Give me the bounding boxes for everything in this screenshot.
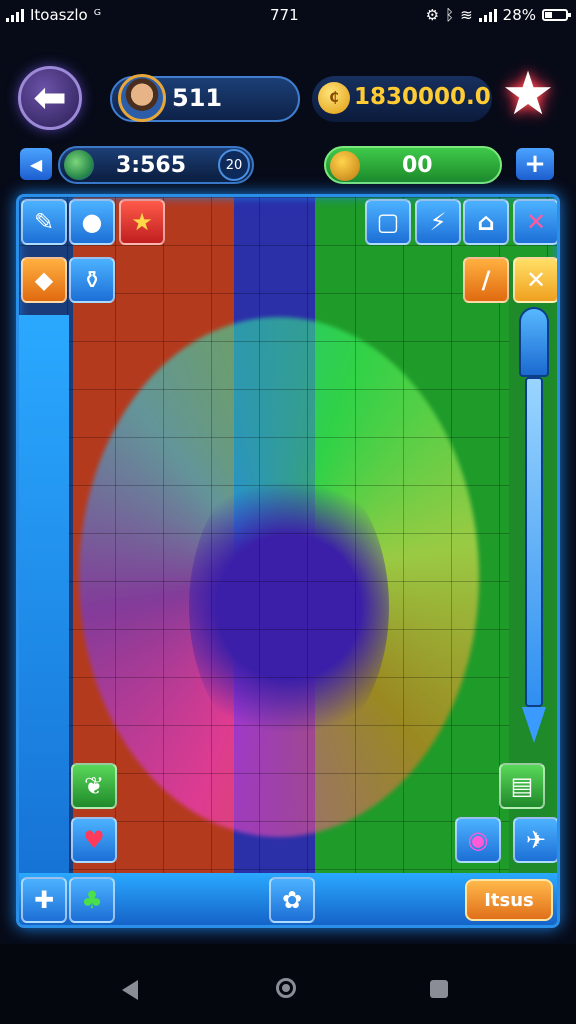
navigation-bar — [0, 944, 576, 1024]
rocket-icon[interactable]: ✈ — [513, 817, 557, 863]
nav-back-icon[interactable] — [122, 980, 138, 1000]
heart-icon[interactable]: ♥ — [71, 817, 117, 863]
cell-signal-icon — [478, 8, 497, 22]
frog-icon[interactable]: ♣ — [69, 877, 115, 923]
nav-home-icon[interactable] — [276, 978, 296, 998]
notification-icon: ᴳ — [93, 6, 102, 24]
settings-icon: ⚙ — [425, 6, 440, 24]
coin-panel[interactable]: ₵ 1830000.0 — [312, 76, 492, 122]
status-bar: Itoaszlo ᴳ 771 ⚙ ᛒ ≋ 28% — [0, 0, 576, 30]
leaf-icon[interactable]: ❦ — [71, 763, 117, 809]
wifi-icon: ≋ — [460, 6, 473, 24]
slider-tip — [522, 707, 546, 743]
progress-slider[interactable] — [519, 307, 549, 747]
square-icon[interactable]: ▢ — [365, 199, 411, 245]
left-rail — [19, 315, 69, 875]
gem-icon[interactable]: ◉ — [455, 817, 501, 863]
slider-handle[interactable] — [519, 307, 549, 377]
tasks-button[interactable]: Itsus — [465, 879, 553, 921]
puzzle-grid[interactable] — [19, 197, 557, 925]
brush-icon[interactable]: ✎ — [21, 199, 67, 245]
score-value: 00 — [402, 153, 433, 178]
battery-icon — [542, 9, 571, 21]
battery-percent: 28% — [502, 6, 536, 24]
left-arrow-icon: ◀ — [29, 154, 43, 174]
cross-swords-icon[interactable]: ✕ — [513, 199, 557, 245]
puzzle-board[interactable]: ✎ ● ★ ▢ ⚡ ⌂ ✕ ◆ ⚱ ∕ ✕ ❦ ♥ ▤ ◉ ✈ ✚ ♣ ✿ It… — [16, 194, 560, 928]
signal-icon — [6, 8, 24, 22]
globe-icon — [64, 150, 94, 180]
star-button[interactable]: ★ — [496, 62, 560, 126]
score-panel: 00 — [324, 146, 502, 184]
nav-recent-apps-icon[interactable] — [430, 980, 448, 998]
player-panel[interactable]: 511 — [110, 74, 300, 122]
star-icon[interactable]: ★ — [119, 199, 165, 245]
bonus-icon — [330, 151, 360, 181]
timer-value: 3:565 — [116, 153, 187, 178]
speech-bubble-icon[interactable]: ● — [69, 199, 115, 245]
coin-icon: ₵ — [318, 82, 350, 114]
x-tile-icon[interactable]: ✕ — [513, 257, 557, 303]
house-icon[interactable]: ⌂ — [463, 199, 509, 245]
coin-balance: 1830000.0 — [354, 84, 491, 110]
bluetooth-icon: ᛒ — [445, 6, 455, 24]
top-hud: ⬅ 511 ₵ 1830000.0 ★ — [0, 56, 576, 146]
slider-track[interactable] — [525, 377, 543, 707]
bottom-bar: ✚ ♣ ✿ Itsus — [19, 873, 557, 925]
ticket-icon[interactable]: ▤ — [499, 763, 545, 809]
status-time: 771 — [270, 6, 299, 24]
back-button[interactable]: ⬅ — [18, 66, 82, 130]
avatar[interactable] — [118, 74, 166, 122]
level-badge: 20 — [218, 149, 250, 181]
candy-icon[interactable]: ◆ — [21, 257, 67, 303]
secondary-hud: ◀ 3:565 20 00 + — [0, 144, 576, 188]
timer-panel: 3:565 20 — [58, 146, 254, 184]
player-value: 511 — [172, 84, 223, 112]
back-arrow-icon: ⬅ — [33, 75, 67, 121]
potion-icon[interactable]: ⚱ — [69, 257, 115, 303]
lightning-icon[interactable]: ⚡ — [415, 199, 461, 245]
wand-icon[interactable]: ∕ — [463, 257, 509, 303]
share-button[interactable]: ◀ — [20, 148, 52, 180]
puzzle-piece-icon[interactable]: ✿ — [269, 877, 315, 923]
carrier-name: Itoaszlo — [30, 6, 88, 24]
tag-icon[interactable]: ✚ — [21, 877, 67, 923]
add-button[interactable]: + — [516, 148, 554, 180]
